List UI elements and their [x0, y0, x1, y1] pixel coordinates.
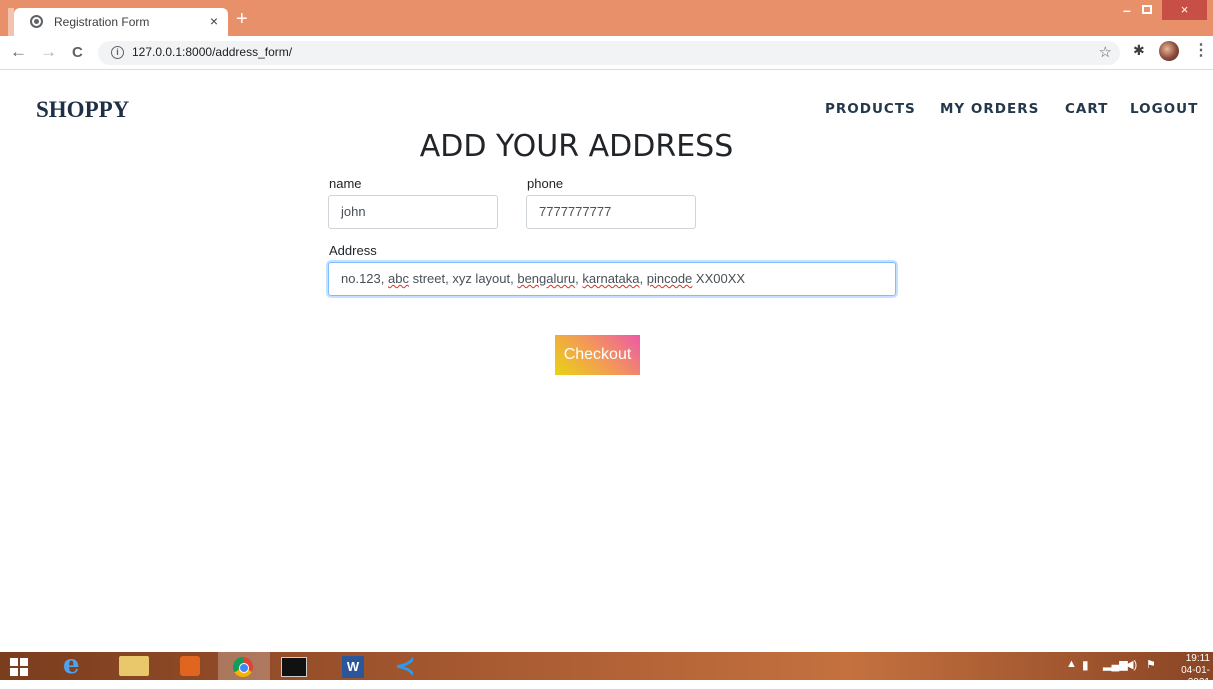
- browser-menu-icon[interactable]: ⋮: [1193, 40, 1209, 60]
- phone-input[interactable]: 7777777777: [526, 195, 696, 229]
- signal-bars-icon[interactable]: ▂▄▆: [1103, 658, 1128, 671]
- browser-title-bar: Registration Form × + – ×: [0, 0, 1213, 36]
- forward-arrow-icon[interactable]: →: [40, 42, 57, 62]
- vscode-icon[interactable]: ≺: [392, 654, 422, 679]
- media-player-icon[interactable]: [176, 654, 206, 678]
- phone-label: phone: [527, 176, 564, 191]
- tab-close-icon[interactable]: ×: [210, 13, 218, 29]
- window-close-button[interactable]: ×: [1162, 0, 1207, 20]
- tab-title: Registration Form: [54, 15, 150, 29]
- browser-toolbar: ← → C i 127.0.0.1:8000/address_form/ ☆: [0, 36, 1213, 70]
- nav-logout-link[interactable]: LOGOUT: [1130, 101, 1198, 117]
- tray-expand-icon[interactable]: ▲: [1066, 658, 1077, 670]
- bookmark-star-icon[interactable]: ☆: [1099, 43, 1112, 61]
- page-title: ADD YOUR ADDRESS: [419, 129, 734, 164]
- windows-taskbar: e W ≺: [0, 652, 1213, 680]
- clock-date: 04-01-2021: [1181, 665, 1210, 688]
- nav-cart-link[interactable]: CART: [1065, 101, 1108, 117]
- address-text: street, xyz layout,: [408, 271, 518, 286]
- word-icon[interactable]: W: [339, 654, 369, 678]
- volume-icon[interactable]: ◀): [1125, 658, 1137, 671]
- site-info-icon[interactable]: i: [111, 46, 124, 59]
- nav-my-orders-link[interactable]: MY ORDERS: [940, 101, 1039, 117]
- name-input[interactable]: john: [328, 195, 498, 229]
- address-text: bengaluru: [517, 271, 576, 286]
- clock-time: 19:11: [1185, 653, 1210, 664]
- reload-icon[interactable]: C: [72, 44, 83, 61]
- address-text: abc: [388, 271, 409, 286]
- address-text: XX00XX: [692, 271, 746, 286]
- address-text: no.123,: [341, 271, 388, 286]
- address-label: Address: [329, 243, 377, 258]
- nav-products-link[interactable]: PRODUCTS: [825, 101, 916, 117]
- new-tab-button[interactable]: +: [236, 9, 248, 29]
- globe-icon: [30, 15, 43, 28]
- address-text: pincode: [646, 271, 693, 286]
- checkout-button[interactable]: Checkout: [555, 335, 640, 375]
- name-label: name: [329, 176, 362, 191]
- url-text[interactable]: 127.0.0.1:8000/address_form/: [132, 45, 292, 59]
- browser-tab[interactable]: Registration Form ×: [14, 8, 228, 36]
- brand-logo[interactable]: SHOPPY: [36, 97, 129, 123]
- profile-avatar[interactable]: [1159, 41, 1179, 61]
- address-input[interactable]: no.123, abc street, xyz layout, bengalur…: [328, 262, 896, 296]
- window-restore-button[interactable]: [1142, 5, 1152, 14]
- internet-explorer-icon[interactable]: e: [63, 652, 93, 678]
- chrome-icon[interactable]: [218, 652, 270, 680]
- network-icon[interactable]: ▮: [1082, 658, 1089, 672]
- window-minimize-button[interactable]: –: [1123, 2, 1135, 18]
- taskbar-clock[interactable]: 19:11 04-01-2021: [1164, 653, 1210, 689]
- windows-start-icon[interactable]: [6, 654, 36, 678]
- address-text: ,: [639, 271, 647, 286]
- command-prompt-icon[interactable]: [279, 654, 309, 678]
- address-text: karnataka: [582, 271, 640, 286]
- address-bar[interactable]: i 127.0.0.1:8000/address_form/ ☆: [98, 41, 1120, 65]
- action-center-flag-icon[interactable]: ⚑: [1146, 658, 1156, 671]
- back-arrow-icon[interactable]: ←: [10, 42, 27, 62]
- extensions-puzzle-icon[interactable]: ✱: [1133, 42, 1145, 59]
- file-explorer-icon[interactable]: [119, 656, 149, 676]
